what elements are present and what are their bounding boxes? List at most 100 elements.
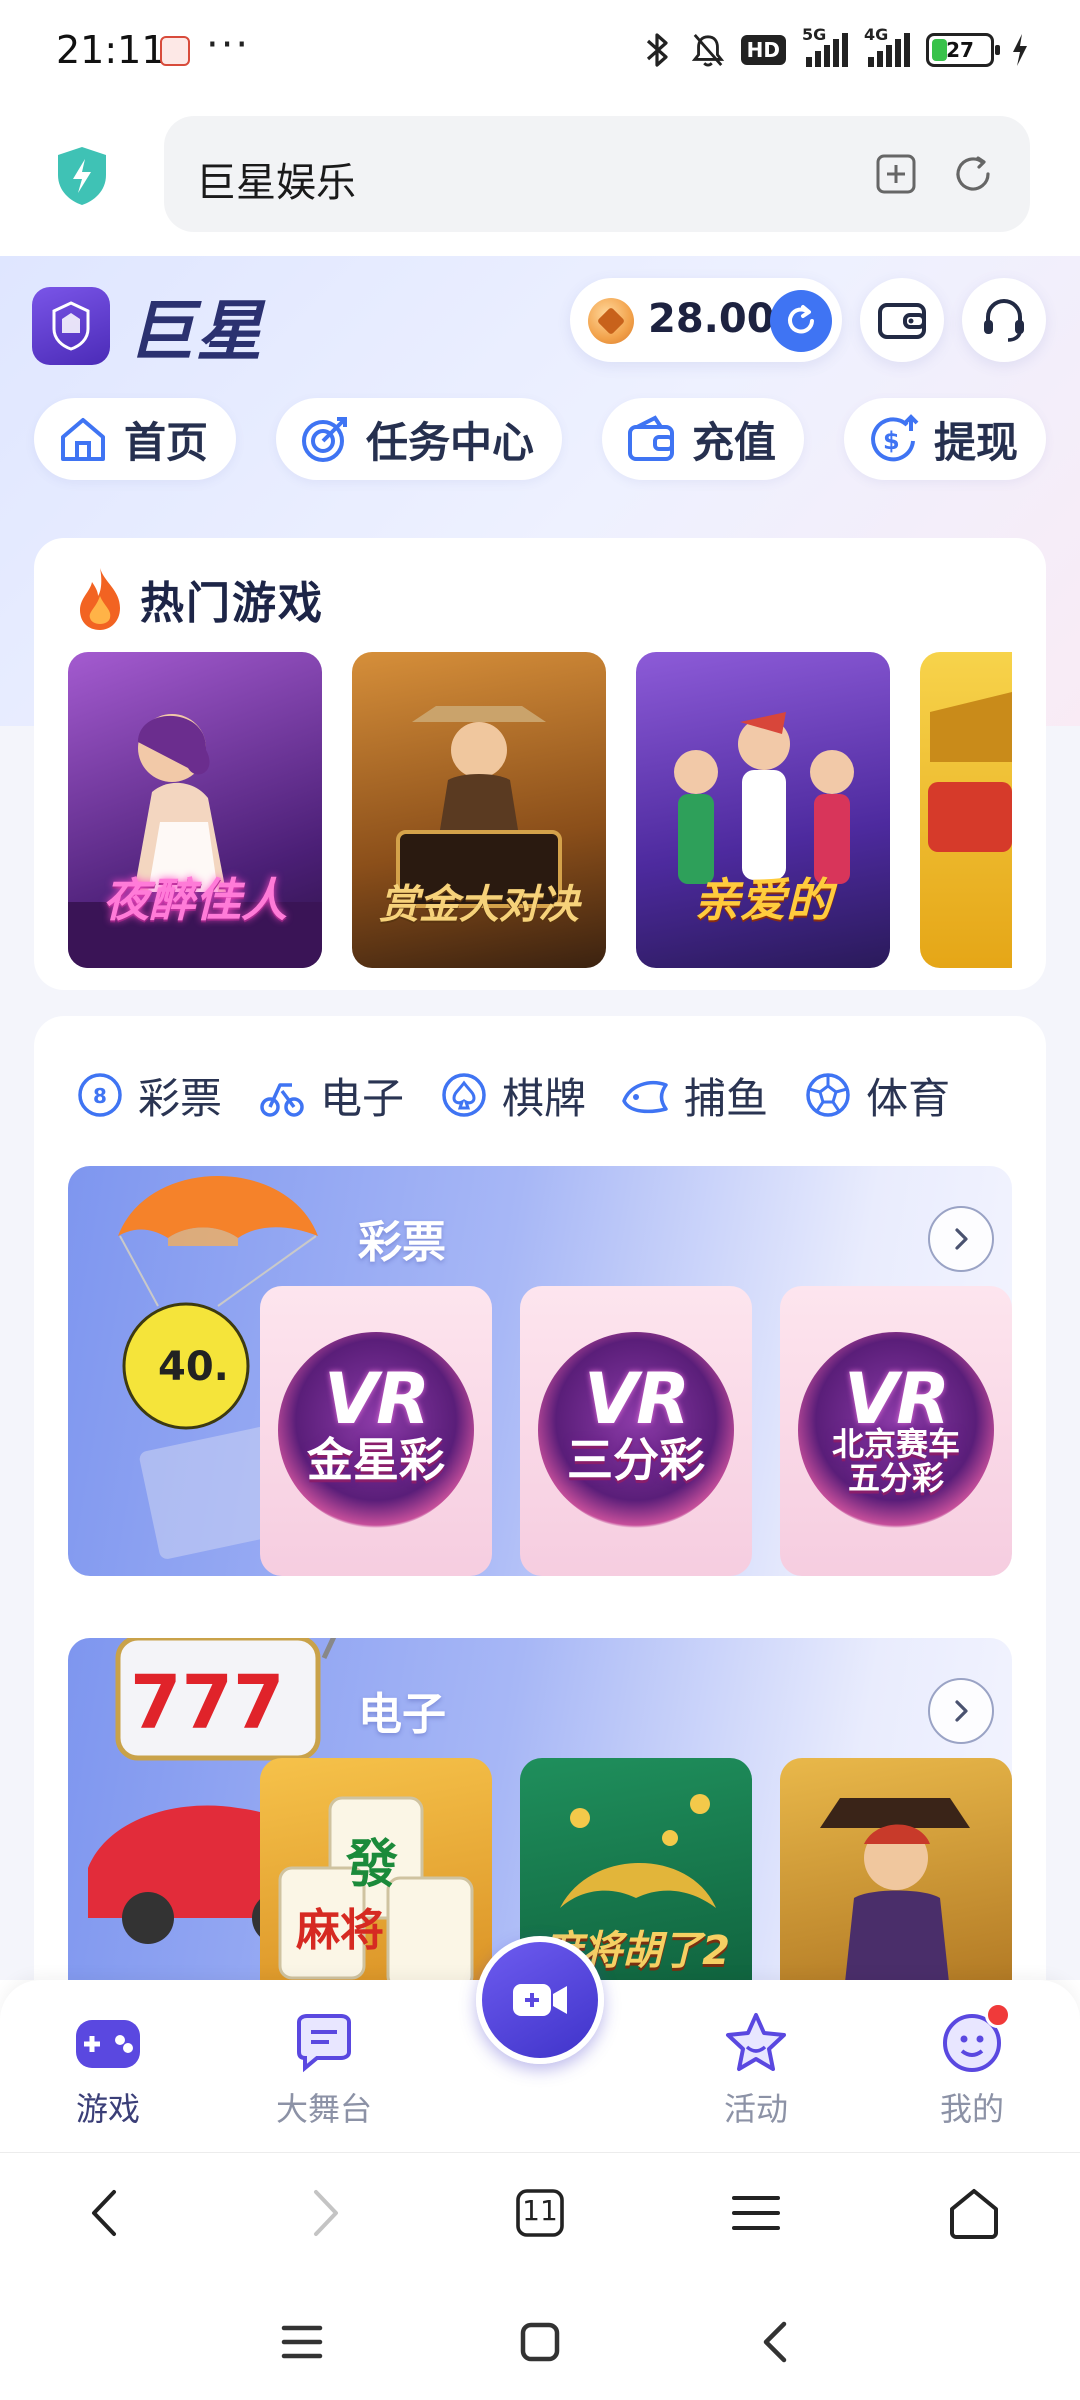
notification-dot <box>985 2002 1011 2028</box>
nav-task-center[interactable]: 任务中心 <box>275 398 562 480</box>
game-tile[interactable] <box>780 1758 1012 1980</box>
more-notifications-icon: ··· <box>206 22 251 68</box>
svg-text:8: 8 <box>93 1084 107 1108</box>
system-nav-bar <box>0 2272 1080 2400</box>
hot-games-card: 热门游戏 夜醉佳人 赏金大对决 亲爱的 <box>34 538 1046 990</box>
signal-4g-icon: 4G <box>864 25 910 67</box>
section-lottery: 40. 彩票 VR 金星彩 VR 三分彩 VR 北京赛车五分彩 <box>68 1166 1012 1576</box>
live-camera-button[interactable] <box>476 1936 604 2064</box>
lottery-icon: 8 <box>74 1069 126 1121</box>
tab-lottery[interactable]: 8 彩票 <box>74 1060 222 1130</box>
app-tab-bar: 游戏 大舞台 活动 我的 <box>0 1936 1080 2152</box>
mahjong-tile-char: 麻将 <box>296 1905 384 1956</box>
section-title: 电子 <box>358 1689 446 1740</box>
forward-button[interactable] <box>294 2183 354 2243</box>
signal-5g-icon: 5G <box>802 25 848 67</box>
game-tile[interactable]: VR 北京赛车五分彩 <box>780 1286 1012 1576</box>
wallet-icon <box>624 412 678 466</box>
back-button[interactable] <box>76 2183 136 2243</box>
target-icon <box>298 412 352 466</box>
mahjong-tile-char: 發 <box>346 1835 399 1895</box>
star-icon <box>719 2008 793 2078</box>
mute-icon <box>691 30 725 70</box>
withdraw-icon: $ <box>866 412 920 466</box>
reload-icon[interactable] <box>950 152 996 198</box>
url-text[interactable]: 巨星娱乐 <box>196 150 356 208</box>
hot-games-header: 热门游戏 <box>74 566 344 632</box>
tab-count: 11 <box>522 2194 558 2227</box>
profile-icon <box>935 2002 1011 2078</box>
wallet-button[interactable] <box>860 278 944 362</box>
hot-game-tile[interactable]: 夜醉佳人 <box>68 652 322 968</box>
nav-withdraw[interactable]: $ 提现 <box>843 398 1046 480</box>
brand[interactable]: 巨星 <box>32 278 264 374</box>
vr-logo: VR <box>323 1358 430 1440</box>
section-more-button[interactable] <box>928 1206 994 1272</box>
game-tile-name: 金星彩 <box>307 1433 445 1487</box>
tab-stage[interactable]: 大舞台 <box>244 2008 404 2130</box>
lottery-ball-number: 40. <box>158 1344 229 1390</box>
flame-icon <box>74 566 126 632</box>
tab-profile[interactable]: 我的 <box>892 2002 1052 2130</box>
refresh-balance-button[interactable] <box>770 290 832 352</box>
game-tile[interactable]: 發 麻将 <box>260 1758 492 1980</box>
cards-icon <box>438 1069 490 1121</box>
hot-game-tile[interactable]: 亲爱的 <box>636 652 890 968</box>
hot-game-name: 亲爱的 <box>694 873 832 927</box>
balance-pill: 28.00 <box>570 278 842 362</box>
category-tabs: 8 彩票 电子 棋牌 捕鱼 体育 <box>74 1060 1014 1130</box>
hot-game-name: 夜醉佳人 <box>103 873 287 927</box>
bluetooth-icon <box>641 30 675 70</box>
section-more-button[interactable] <box>928 1678 994 1744</box>
tab-slots[interactable]: 电子 <box>256 1060 404 1130</box>
battery-icon: 27 <box>926 33 1000 67</box>
battery-level: 27 <box>946 38 974 62</box>
hot-game-tile[interactable]: 赏金大对决 <box>352 652 606 968</box>
brand-logo-icon <box>32 287 110 365</box>
game-tile[interactable]: VR 三分彩 <box>520 1286 752 1576</box>
slot-reels-text: 777 <box>130 1660 284 1746</box>
home-button[interactable] <box>944 2183 1004 2243</box>
app-notification-icon <box>160 36 190 66</box>
chat-icon <box>287 2008 361 2078</box>
recents-button[interactable] <box>272 2312 332 2372</box>
tab-fishing[interactable]: 捕鱼 <box>620 1060 768 1130</box>
section-slots: 777 电子 發 麻将 麻将胡了2 <box>68 1638 1012 1980</box>
hot-game-tile[interactable] <box>920 652 1012 968</box>
game-tile-name: 三分彩 <box>567 1433 705 1487</box>
hot-games-title: 热门游戏 <box>140 567 344 631</box>
add-bookmark-icon[interactable] <box>874 152 918 196</box>
vr-logo: VR <box>583 1358 690 1440</box>
hot-games-strip[interactable]: 夜醉佳人 赏金大对决 亲爱的 <box>68 652 1012 968</box>
gamepad-icon <box>71 2008 145 2078</box>
slots-icon <box>256 1069 308 1121</box>
brand-name: 巨星 <box>128 293 264 370</box>
hot-game-name: 赏金大对决 <box>379 882 579 928</box>
home-icon <box>56 412 110 466</box>
shield-icon[interactable] <box>54 145 110 207</box>
url-field[interactable]: 巨星娱乐 <box>164 116 1030 232</box>
nav-home[interactable]: 首页 <box>34 398 237 480</box>
coin-icon <box>588 298 634 344</box>
status-bar: 21:11 ··· HD 5G 4G 27 <box>0 0 1080 100</box>
nav-recharge[interactable]: 充值 <box>601 398 804 480</box>
football-icon <box>802 1069 854 1121</box>
tabs-button[interactable]: 11 <box>510 2183 570 2243</box>
customer-service-button[interactable] <box>962 278 1046 362</box>
balance-value: 28.00 <box>648 296 775 342</box>
game-tile[interactable]: VR 金星彩 <box>260 1286 492 1576</box>
tab-sports[interactable]: 体育 <box>802 1060 950 1130</box>
menu-button[interactable] <box>726 2183 786 2243</box>
tab-games[interactable]: 游戏 <box>28 2008 188 2130</box>
game-tile-name: 北京赛车五分彩 <box>831 1425 960 1497</box>
system-back-button[interactable] <box>746 2312 806 2372</box>
system-home-button[interactable] <box>510 2312 570 2372</box>
category-card: 8 彩票 电子 棋牌 捕鱼 体育 40. 彩票 VR 金星彩 VR 三分彩 VR… <box>34 1016 1046 1980</box>
clock: 21:11 <box>56 28 166 72</box>
tab-cards[interactable]: 棋牌 <box>438 1060 586 1130</box>
svg-text:$: $ <box>883 427 900 455</box>
hd-voice-icon: HD <box>740 35 786 65</box>
charging-icon <box>1010 30 1030 70</box>
tab-activities[interactable]: 活动 <box>676 2008 836 2130</box>
web-content: 巨星 28.00 首页 任务中心 充值 $ 提现 热门游戏 夜醉佳人 赏金大对决… <box>0 256 1080 1980</box>
